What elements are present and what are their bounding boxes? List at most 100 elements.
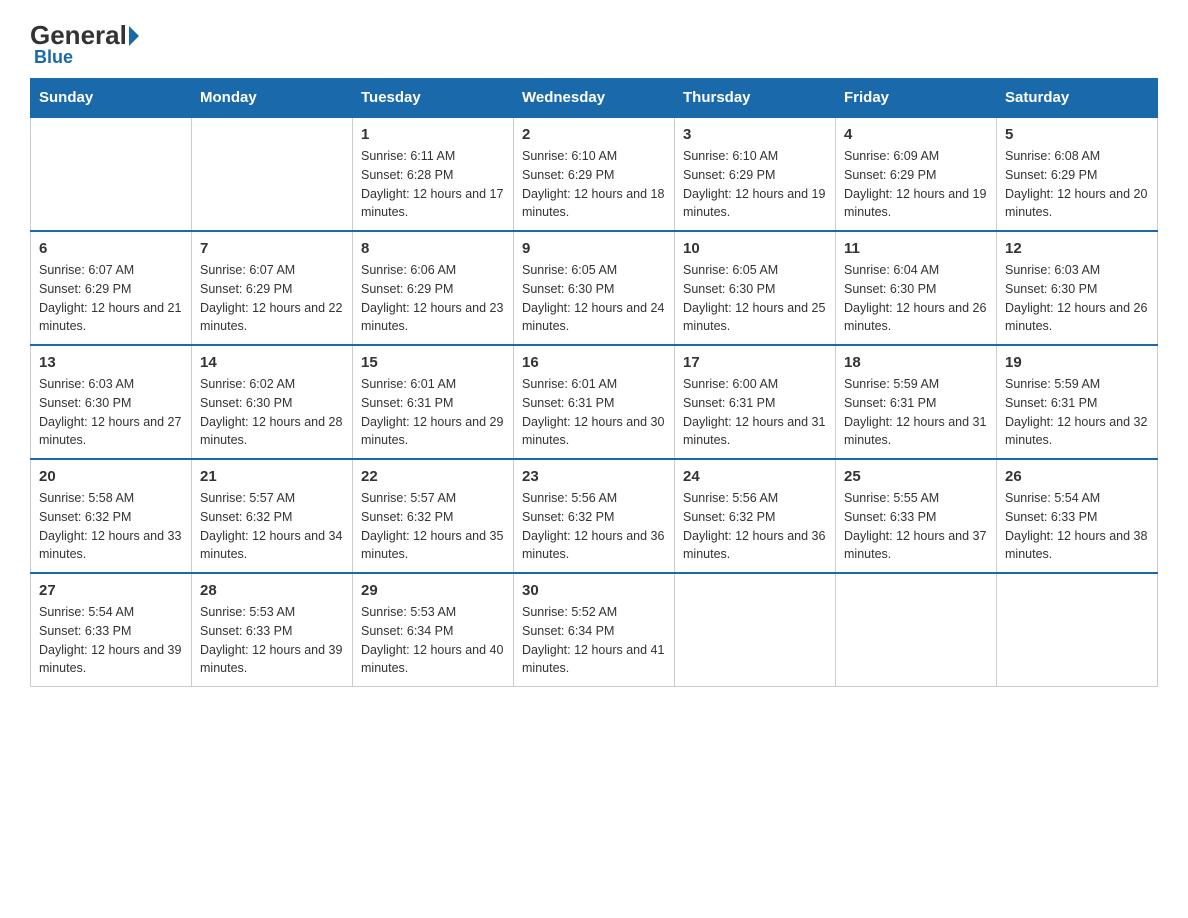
- calendar-cell: 17 Sunrise: 6:00 AMSunset: 6:31 PMDayligh…: [675, 345, 836, 459]
- day-info: Sunrise: 6:05 AMSunset: 6:30 PMDaylight:…: [683, 261, 827, 336]
- day-number: 5: [1005, 126, 1149, 143]
- calendar-cell: 6 Sunrise: 6:07 AMSunset: 6:29 PMDaylight…: [31, 231, 192, 345]
- calendar-header-friday: Friday: [836, 79, 997, 118]
- calendar-cell: 14Sunrise: 6:02 AMSunset: 6:30 PMDayligh…: [192, 345, 353, 459]
- day-number: 28: [200, 582, 344, 599]
- calendar-cell: 27 Sunrise: 5:54 AMSunset: 6:33 PMDayligh…: [31, 573, 192, 687]
- day-number: 10: [683, 240, 827, 257]
- header: General Blue: [30, 20, 1158, 68]
- day-info: Sunrise: 6:01 AMSunset: 6:31 PMDaylight:…: [522, 375, 666, 450]
- calendar-cell: [836, 573, 997, 687]
- day-info: Sunrise: 5:53 AMSunset: 6:34 PMDaylight:…: [361, 603, 505, 678]
- calendar-cell: 13 Sunrise: 6:03 AMSunset: 6:30 PMDayligh…: [31, 345, 192, 459]
- day-number: 4: [844, 126, 988, 143]
- calendar-cell: 25 Sunrise: 5:55 AMSunset: 6:33 PMDayligh…: [836, 459, 997, 573]
- day-number: 7: [200, 240, 344, 257]
- calendar-cell: 24 Sunrise: 5:56 AMSunset: 6:32 PMDayligh…: [675, 459, 836, 573]
- calendar-cell: 20 Sunrise: 5:58 AMSunset: 6:32 PMDayligh…: [31, 459, 192, 573]
- day-info: Sunrise: 5:56 AMSunset: 6:32 PMDaylight:…: [683, 489, 827, 564]
- day-info: Sunrise: 5:54 AMSunset: 6:33 PMDaylight:…: [39, 603, 183, 678]
- calendar-cell: 29 Sunrise: 5:53 AMSunset: 6:34 PMDayligh…: [353, 573, 514, 687]
- calendar-cell: 11Sunrise: 6:04 AMSunset: 6:30 PMDayligh…: [836, 231, 997, 345]
- calendar-cell: 10 Sunrise: 6:05 AMSunset: 6:30 PMDayligh…: [675, 231, 836, 345]
- calendar-week-row-1: 1 Sunrise: 6:11 AMSunset: 6:28 PMDaylight…: [31, 117, 1158, 231]
- day-number: 25: [844, 468, 988, 485]
- calendar-header-sunday: Sunday: [31, 79, 192, 118]
- day-number: 16: [522, 354, 666, 371]
- day-number: 30: [522, 582, 666, 599]
- day-info: Sunrise: 6:07 AMSunset: 6:29 PMDaylight:…: [200, 261, 344, 336]
- day-number: 26: [1005, 468, 1149, 485]
- day-info: Sunrise: 6:06 AMSunset: 6:29 PMDaylight:…: [361, 261, 505, 336]
- day-info: Sunrise: 6:07 AMSunset: 6:29 PMDaylight:…: [39, 261, 183, 336]
- day-number: 29: [361, 582, 505, 599]
- calendar-cell: 4 Sunrise: 6:09 AMSunset: 6:29 PMDaylight…: [836, 117, 997, 231]
- calendar-cell: 23 Sunrise: 5:56 AMSunset: 6:32 PMDayligh…: [514, 459, 675, 573]
- calendar-cell: 5 Sunrise: 6:08 AMSunset: 6:29 PMDaylight…: [997, 117, 1158, 231]
- calendar-header-tuesday: Tuesday: [353, 79, 514, 118]
- day-number: 1: [361, 126, 505, 143]
- day-info: Sunrise: 6:08 AMSunset: 6:29 PMDaylight:…: [1005, 147, 1149, 222]
- calendar-cell: 12Sunrise: 6:03 AMSunset: 6:30 PMDayligh…: [997, 231, 1158, 345]
- day-info: Sunrise: 6:01 AMSunset: 6:31 PMDaylight:…: [361, 375, 505, 450]
- day-info: Sunrise: 6:02 AMSunset: 6:30 PMDaylight:…: [200, 375, 344, 450]
- day-number: 23: [522, 468, 666, 485]
- day-info: Sunrise: 6:09 AMSunset: 6:29 PMDaylight:…: [844, 147, 988, 222]
- calendar-week-row-3: 13 Sunrise: 6:03 AMSunset: 6:30 PMDayligh…: [31, 345, 1158, 459]
- calendar-cell: [192, 117, 353, 231]
- day-number: 19: [1005, 354, 1149, 371]
- calendar-cell: [675, 573, 836, 687]
- day-info: Sunrise: 5:54 AMSunset: 6:33 PMDaylight:…: [1005, 489, 1149, 564]
- calendar-cell: 8 Sunrise: 6:06 AMSunset: 6:29 PMDaylight…: [353, 231, 514, 345]
- day-info: Sunrise: 5:55 AMSunset: 6:33 PMDaylight:…: [844, 489, 988, 564]
- calendar-cell: 28 Sunrise: 5:53 AMSunset: 6:33 PMDayligh…: [192, 573, 353, 687]
- calendar-cell: [31, 117, 192, 231]
- day-info: Sunrise: 5:56 AMSunset: 6:32 PMDaylight:…: [522, 489, 666, 564]
- day-info: Sunrise: 5:52 AMSunset: 6:34 PMDaylight:…: [522, 603, 666, 678]
- calendar-cell: [997, 573, 1158, 687]
- day-number: 2: [522, 126, 666, 143]
- logo: General Blue: [30, 20, 139, 68]
- day-info: Sunrise: 5:57 AMSunset: 6:32 PMDaylight:…: [361, 489, 505, 564]
- day-info: Sunrise: 6:10 AMSunset: 6:29 PMDaylight:…: [683, 147, 827, 222]
- day-number: 15: [361, 354, 505, 371]
- day-info: Sunrise: 5:59 AMSunset: 6:31 PMDaylight:…: [844, 375, 988, 450]
- calendar-cell: 18Sunrise: 5:59 AMSunset: 6:31 PMDayligh…: [836, 345, 997, 459]
- logo-blue-text: Blue: [34, 47, 73, 68]
- day-number: 21: [200, 468, 344, 485]
- day-info: Sunrise: 6:00 AMSunset: 6:31 PMDaylight:…: [683, 375, 827, 450]
- calendar-cell: 30 Sunrise: 5:52 AMSunset: 6:34 PMDayligh…: [514, 573, 675, 687]
- day-info: Sunrise: 6:04 AMSunset: 6:30 PMDaylight:…: [844, 261, 988, 336]
- day-number: 17: [683, 354, 827, 371]
- calendar-week-row-5: 27 Sunrise: 5:54 AMSunset: 6:33 PMDayligh…: [31, 573, 1158, 687]
- day-number: 27: [39, 582, 183, 599]
- day-number: 20: [39, 468, 183, 485]
- calendar-cell: 22 Sunrise: 5:57 AMSunset: 6:32 PMDayligh…: [353, 459, 514, 573]
- calendar-cell: 15 Sunrise: 6:01 AMSunset: 6:31 PMDayligh…: [353, 345, 514, 459]
- calendar-week-row-4: 20 Sunrise: 5:58 AMSunset: 6:32 PMDayligh…: [31, 459, 1158, 573]
- day-number: 12: [1005, 240, 1149, 257]
- calendar-header-monday: Monday: [192, 79, 353, 118]
- calendar-header-saturday: Saturday: [997, 79, 1158, 118]
- day-number: 24: [683, 468, 827, 485]
- calendar-cell: 7 Sunrise: 6:07 AMSunset: 6:29 PMDaylight…: [192, 231, 353, 345]
- calendar-header-wednesday: Wednesday: [514, 79, 675, 118]
- day-info: Sunrise: 6:11 AMSunset: 6:28 PMDaylight:…: [361, 147, 505, 222]
- day-number: 22: [361, 468, 505, 485]
- day-info: Sunrise: 6:03 AMSunset: 6:30 PMDaylight:…: [39, 375, 183, 450]
- logo-arrow-icon: [129, 26, 139, 46]
- day-info: Sunrise: 6:05 AMSunset: 6:30 PMDaylight:…: [522, 261, 666, 336]
- day-info: Sunrise: 5:53 AMSunset: 6:33 PMDaylight:…: [200, 603, 344, 678]
- calendar-table: SundayMondayTuesdayWednesdayThursdayFrid…: [30, 78, 1158, 687]
- calendar-cell: 19 Sunrise: 5:59 AMSunset: 6:31 PMDayligh…: [997, 345, 1158, 459]
- day-info: Sunrise: 6:10 AMSunset: 6:29 PMDaylight:…: [522, 147, 666, 222]
- day-number: 6: [39, 240, 183, 257]
- day-info: Sunrise: 5:58 AMSunset: 6:32 PMDaylight:…: [39, 489, 183, 564]
- day-number: 8: [361, 240, 505, 257]
- calendar-cell: 1 Sunrise: 6:11 AMSunset: 6:28 PMDaylight…: [353, 117, 514, 231]
- calendar-week-row-2: 6 Sunrise: 6:07 AMSunset: 6:29 PMDaylight…: [31, 231, 1158, 345]
- calendar-cell: 16 Sunrise: 6:01 AMSunset: 6:31 PMDayligh…: [514, 345, 675, 459]
- day-number: 13: [39, 354, 183, 371]
- day-info: Sunrise: 5:59 AMSunset: 6:31 PMDaylight:…: [1005, 375, 1149, 450]
- calendar-cell: 26 Sunrise: 5:54 AMSunset: 6:33 PMDayligh…: [997, 459, 1158, 573]
